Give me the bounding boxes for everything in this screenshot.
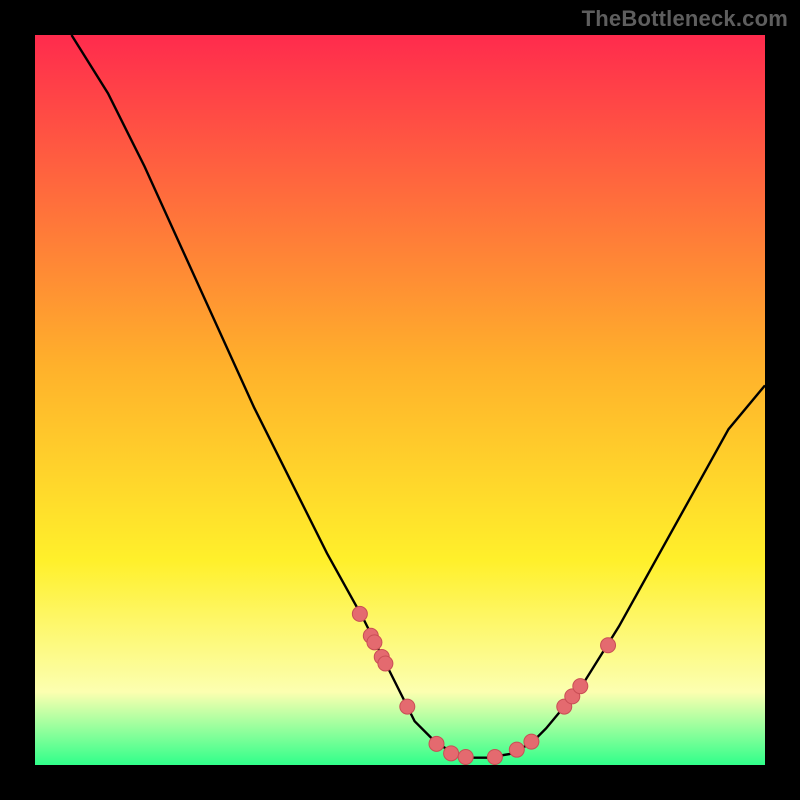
data-dot [509, 742, 524, 757]
data-dot [400, 699, 415, 714]
watermark-text: TheBottleneck.com [582, 6, 788, 32]
data-dot [573, 679, 588, 694]
data-dot [458, 749, 473, 764]
chart-frame: TheBottleneck.com [0, 0, 800, 800]
data-dot [367, 635, 382, 650]
data-dot [524, 734, 539, 749]
data-dot [444, 746, 459, 761]
data-dot [378, 656, 393, 671]
data-dot [429, 736, 444, 751]
data-dot [601, 638, 616, 653]
data-dot [487, 749, 502, 764]
gradient-background [35, 35, 765, 765]
data-dot [352, 606, 367, 621]
chart-svg [35, 35, 765, 765]
plot-area [35, 35, 765, 765]
